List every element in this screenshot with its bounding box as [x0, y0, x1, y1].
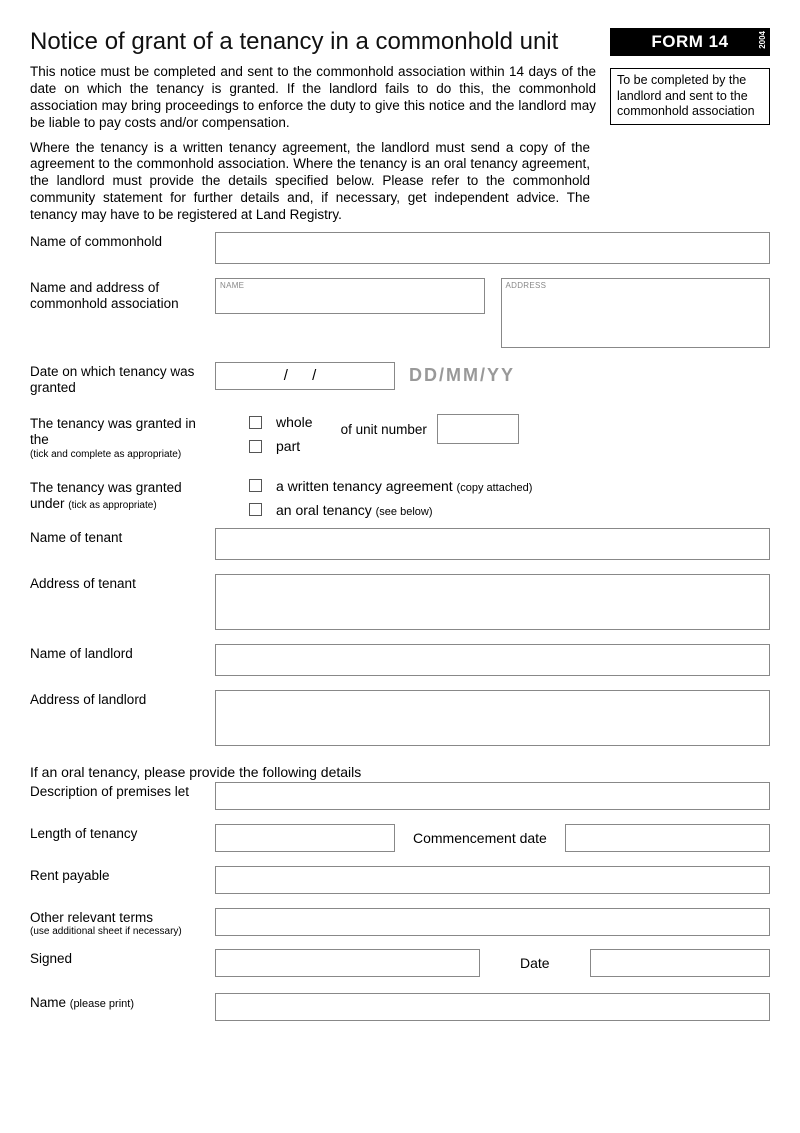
label-other-terms: Other relevant terms [30, 910, 153, 925]
label-signed: Signed [30, 949, 215, 967]
hint-granted-under: (tick as appropriate) [68, 500, 156, 511]
side-note: To be completed by the landlord and sent… [610, 68, 770, 125]
intro-paragraph-1: This notice must be completed and sent t… [30, 64, 596, 132]
placeholder-name: NAME [216, 279, 484, 292]
page-title: Notice of grant of a tenancy in a common… [30, 28, 596, 56]
label-granted-in: The tenancy was granted in the [30, 416, 196, 447]
label-rent: Rent payable [30, 866, 215, 884]
date-format-hint: DD/MM/YY [409, 365, 515, 386]
hint-oral: (see below) [376, 506, 433, 518]
input-assoc-address[interactable]: ADDRESS [501, 278, 771, 348]
input-tenant-name[interactable] [215, 528, 770, 560]
input-premises[interactable] [215, 782, 770, 810]
input-landlord-name[interactable] [215, 644, 770, 676]
form-code: FORM 14 [651, 32, 728, 51]
input-tenant-address[interactable] [215, 574, 770, 630]
form-year: 2004 [758, 31, 767, 49]
hint-written: (copy attached) [457, 482, 533, 494]
label-name-print: Name [30, 995, 66, 1010]
oral-section-heading: If an oral tenancy, please provide the f… [30, 764, 770, 780]
label-date-granted: Date on which tenancy was granted [30, 362, 215, 396]
input-name-commonhold[interactable] [215, 232, 770, 264]
label-premises: Description of premises let [30, 782, 215, 800]
input-length[interactable] [215, 824, 395, 852]
label-written: a written tenancy agreement [276, 478, 453, 494]
label-oral: an oral tenancy [276, 502, 372, 518]
input-assoc-name[interactable]: NAME [215, 278, 485, 314]
input-name-print[interactable] [215, 993, 770, 1021]
input-date-granted[interactable]: / / [215, 362, 395, 390]
hint-other-terms: (use additional sheet if necessary) [30, 926, 207, 937]
label-tenant-address: Address of tenant [30, 574, 215, 592]
intro-paragraph-2: Where the tenancy is a written tenancy a… [30, 140, 590, 224]
label-whole: whole [276, 414, 313, 430]
input-commencement[interactable] [565, 824, 770, 852]
input-date[interactable] [590, 949, 770, 977]
input-signed[interactable] [215, 949, 480, 977]
input-landlord-address[interactable] [215, 690, 770, 746]
input-unit-number[interactable] [437, 414, 519, 444]
placeholder-address: ADDRESS [502, 279, 770, 292]
label-landlord-name: Name of landlord [30, 644, 215, 662]
checkbox-part[interactable] [249, 440, 262, 453]
input-other-terms[interactable] [215, 908, 770, 936]
checkbox-written[interactable] [249, 479, 262, 492]
input-rent[interactable] [215, 866, 770, 894]
checkbox-whole[interactable] [249, 416, 262, 429]
hint-granted-in: (tick and complete as appropriate) [30, 449, 207, 460]
label-length: Length of tenancy [30, 824, 215, 842]
label-commencement: Commencement date [395, 830, 565, 846]
label-part: part [276, 438, 300, 454]
label-landlord-address: Address of landlord [30, 690, 215, 708]
label-date: Date [480, 955, 590, 971]
hint-name-print: (please print) [70, 998, 134, 1010]
label-name-commonhold: Name of commonhold [30, 232, 215, 250]
checkbox-oral[interactable] [249, 503, 262, 516]
label-tenant-name: Name of tenant [30, 528, 215, 546]
label-unit-number: of unit number [341, 422, 427, 437]
form-badge: FORM 14 2004 [610, 28, 770, 56]
label-assoc: Name and address of commonhold associati… [30, 278, 215, 312]
